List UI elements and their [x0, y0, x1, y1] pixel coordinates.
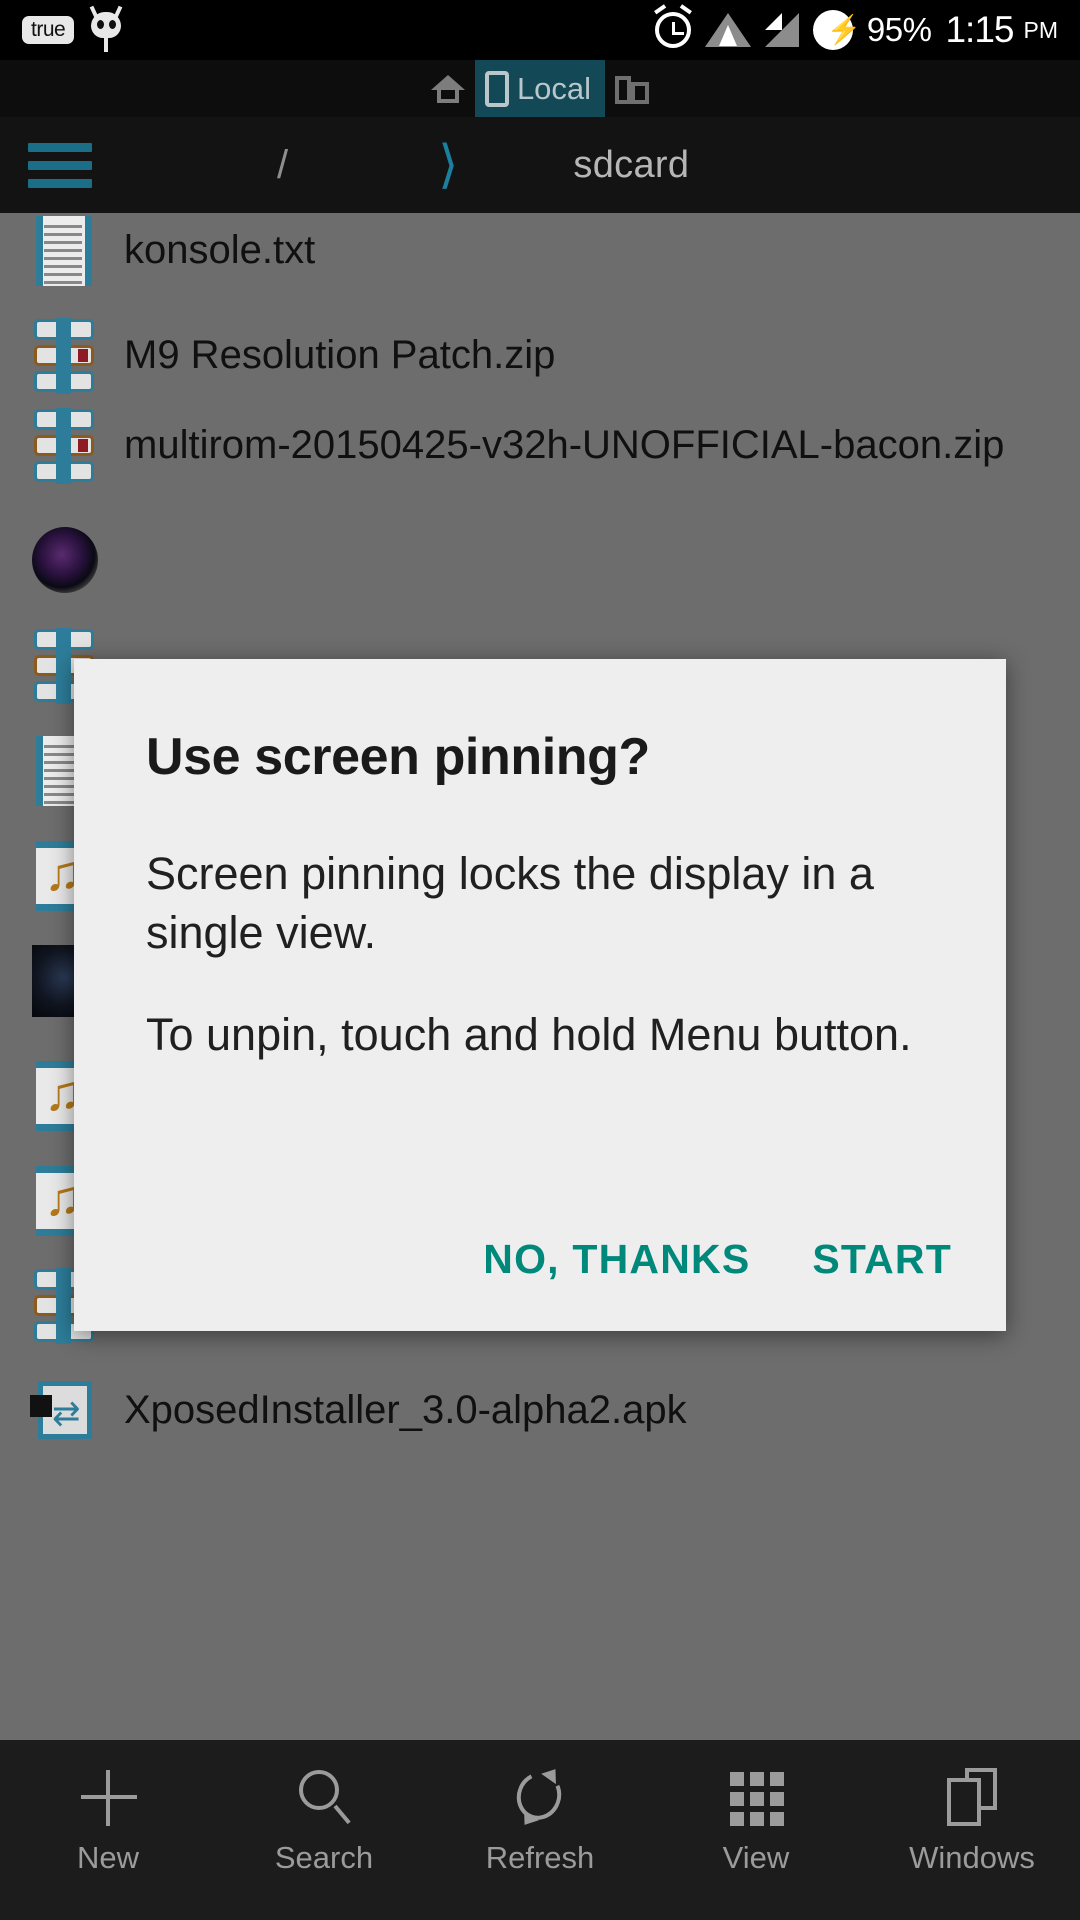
- search-icon: [293, 1766, 355, 1828]
- refresh-icon: [509, 1763, 571, 1831]
- grid-view-icon: [725, 1766, 787, 1828]
- toolbar-new[interactable]: New: [0, 1740, 216, 1876]
- dialog-message: Screen pinning locks the display in a si…: [146, 844, 936, 1064]
- toolbar-refresh-label: Refresh: [485, 1840, 595, 1875]
- windows-stack-icon: [941, 1766, 1003, 1828]
- toolbar-view-label: View: [722, 1840, 790, 1875]
- screen-pinning-dialog: Use screen pinning? Screen pinning locks…: [74, 659, 1006, 1331]
- toolbar-search-label: Search: [274, 1840, 374, 1875]
- toolbar-search[interactable]: Search: [216, 1740, 432, 1876]
- toolbar-refresh[interactable]: Refresh: [432, 1740, 648, 1876]
- toolbar-windows[interactable]: Windows: [864, 1740, 1080, 1876]
- toolbar-windows-label: Windows: [909, 1840, 1035, 1875]
- start-button[interactable]: START: [806, 1226, 958, 1293]
- dialog-message-line-2: To unpin, touch and hold Menu button.: [146, 1008, 912, 1060]
- dialog-title: Use screen pinning?: [146, 728, 650, 786]
- toolbar-view[interactable]: View: [648, 1740, 864, 1876]
- bottom-toolbar: New Search Refresh View Windows: [0, 1740, 1080, 1920]
- dialog-actions: NO, THANKS START: [477, 1226, 958, 1293]
- dialog-message-line-1: Screen pinning locks the display in a si…: [146, 848, 874, 959]
- toolbar-new-label: New: [76, 1840, 139, 1875]
- plus-icon: [77, 1766, 139, 1828]
- no-thanks-button[interactable]: NO, THANKS: [477, 1226, 756, 1293]
- screen: true ⚡ 95% 1:15 PM Local / ⟩ sdcard kons…: [0, 0, 1080, 1920]
